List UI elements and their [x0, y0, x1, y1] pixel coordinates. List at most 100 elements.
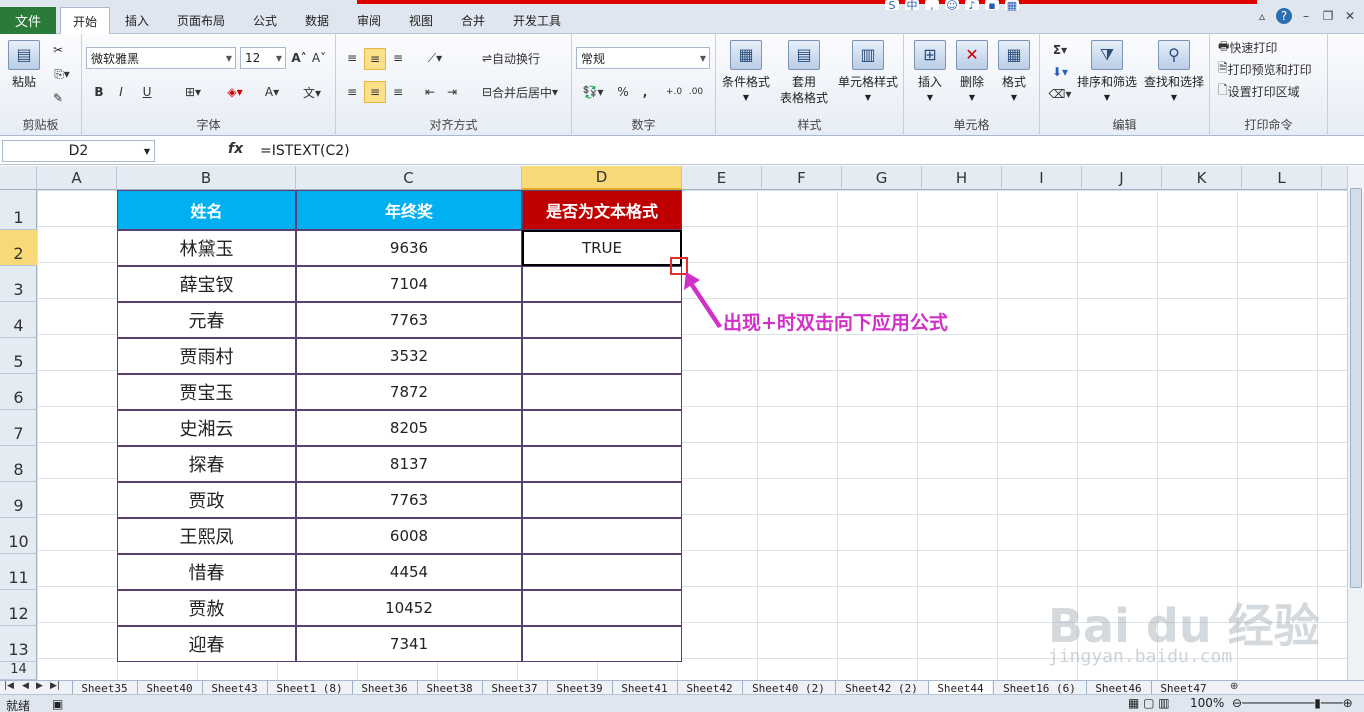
name-cell[interactable]: 史湘云: [117, 410, 296, 446]
ime-punct-icon[interactable]: ,: [925, 0, 939, 12]
fill-icon[interactable]: ⬇▾: [1046, 62, 1074, 82]
sheet-tab[interactable]: Sheet46: [1086, 681, 1150, 695]
bonus-cell[interactable]: 7763: [296, 302, 522, 338]
increase-indent-icon[interactable]: ⇥: [442, 82, 462, 102]
tab-data[interactable]: 数据: [294, 7, 340, 34]
column-header-h[interactable]: H: [922, 166, 1002, 190]
istext-cell[interactable]: [522, 338, 682, 374]
name-cell[interactable]: 贾政: [117, 482, 296, 518]
row-header[interactable]: 9: [0, 482, 37, 518]
align-right-icon[interactable]: ≡: [388, 82, 408, 102]
name-cell[interactable]: 探春: [117, 446, 296, 482]
bonus-cell[interactable]: 6008: [296, 518, 522, 554]
shrink-font-icon[interactable]: A˅: [310, 47, 328, 69]
font-size-select[interactable]: 12 ▼: [240, 47, 286, 69]
vertical-scrollbar[interactable]: [1347, 166, 1364, 680]
row-header[interactable]: 10: [0, 518, 37, 554]
fx-icon[interactable]: fx: [228, 141, 248, 161]
sheet-tab[interactable]: Sheet41: [612, 681, 676, 695]
sheet-tab[interactable]: Sheet36: [352, 681, 416, 695]
insert-cells-button[interactable]: ⊞ 插入 ▼: [910, 40, 950, 106]
format-painter-icon[interactable]: ✎: [48, 88, 68, 108]
name-cell[interactable]: 贾雨村: [117, 338, 296, 374]
name-cell[interactable]: 贾宝玉: [117, 374, 296, 410]
row-header[interactable]: 8: [0, 446, 37, 482]
first-sheet-icon[interactable]: |◀: [4, 681, 14, 691]
italic-button[interactable]: I: [112, 82, 130, 102]
last-sheet-icon[interactable]: ▶|: [50, 681, 60, 691]
delete-cells-button[interactable]: ✕ 删除 ▼: [952, 40, 992, 106]
istext-cell[interactable]: [522, 518, 682, 554]
row-header[interactable]: 4: [0, 302, 37, 338]
column-header-j[interactable]: J: [1082, 166, 1162, 190]
copy-icon[interactable]: ⎘▾: [48, 64, 76, 84]
bonus-cell[interactable]: 9636: [296, 230, 522, 266]
tab-review[interactable]: 审阅: [346, 7, 392, 34]
name-cell[interactable]: 元春: [117, 302, 296, 338]
tab-developer[interactable]: 开发工具: [504, 7, 570, 34]
istext-cell[interactable]: [522, 626, 682, 662]
column-header-c[interactable]: C: [296, 166, 522, 190]
ime-menu-icon[interactable]: ▦: [1005, 0, 1019, 12]
bonus-cell[interactable]: 7341: [296, 626, 522, 662]
row-header[interactable]: 7: [0, 410, 37, 446]
tab-formulas[interactable]: 公式: [242, 7, 288, 34]
ime-icon[interactable]: S: [885, 0, 899, 12]
sheet-tab[interactable]: Sheet47: [1151, 681, 1215, 695]
cell-styles-button[interactable]: ▥ 单元格样式 ▼: [836, 40, 900, 106]
header-cell-name[interactable]: 姓名: [117, 190, 296, 230]
border-icon[interactable]: ⊞▾: [178, 82, 208, 102]
column-header-g[interactable]: G: [842, 166, 922, 190]
column-header-l[interactable]: L: [1242, 166, 1322, 190]
bonus-cell[interactable]: 8137: [296, 446, 522, 482]
istext-cell[interactable]: [522, 410, 682, 446]
format-cells-button[interactable]: ▦ 格式 ▼: [994, 40, 1034, 106]
align-center-icon[interactable]: ≡: [364, 81, 386, 103]
column-header-k[interactable]: K: [1162, 166, 1242, 190]
decrease-decimal-icon[interactable]: .00: [686, 82, 706, 102]
bonus-cell[interactable]: 10452: [296, 590, 522, 626]
fill-color-icon[interactable]: ◈▾: [220, 82, 250, 102]
bonus-cell[interactable]: 8205: [296, 410, 522, 446]
minimize-icon[interactable]: –: [1298, 8, 1314, 24]
bold-button[interactable]: B: [90, 82, 108, 102]
bonus-cell[interactable]: 4454: [296, 554, 522, 590]
zoom-slider[interactable]: ⊖──────────▮───⊕: [1232, 696, 1353, 710]
macro-record-icon[interactable]: ▣: [52, 697, 63, 711]
sheet-tab[interactable]: Sheet38: [417, 681, 481, 695]
bonus-cell[interactable]: 7763: [296, 482, 522, 518]
sheet-tab[interactable]: Sheet1 (8): [267, 681, 351, 695]
font-name-select[interactable]: 微软雅黑 ▼: [86, 47, 236, 69]
istext-cell[interactable]: [522, 482, 682, 518]
istext-cell[interactable]: [522, 302, 682, 338]
name-cell[interactable]: 薛宝钗: [117, 266, 296, 302]
row-header[interactable]: 6: [0, 374, 37, 410]
ime-emoji-icon[interactable]: ☺: [945, 0, 959, 12]
active-cell-d2[interactable]: [522, 230, 682, 266]
view-mode-icons[interactable]: ▦ ▢ ▥: [1128, 696, 1170, 710]
istext-cell[interactable]: [522, 554, 682, 590]
tab-view[interactable]: 视图: [398, 7, 444, 34]
column-header-e[interactable]: E: [682, 166, 762, 190]
file-tab[interactable]: 文件: [0, 7, 56, 34]
percent-button[interactable]: %: [614, 82, 632, 102]
ime-skin-icon[interactable]: ▪: [985, 0, 999, 12]
phonetic-icon[interactable]: 文▾: [296, 82, 328, 102]
sheet-tab[interactable]: Sheet35: [72, 681, 136, 695]
conditional-format-button[interactable]: ▦ 条件格式 ▼: [720, 40, 772, 106]
sheet-tab[interactable]: Sheet16 (6): [993, 681, 1085, 695]
sheet-tab[interactable]: Sheet37: [482, 681, 546, 695]
help-icon[interactable]: ?: [1276, 8, 1292, 24]
ribbon-collapse-icon[interactable]: ▵: [1254, 8, 1270, 24]
istext-cell[interactable]: [522, 446, 682, 482]
sheet-tab[interactable]: Sheet44: [928, 681, 992, 695]
column-header-i[interactable]: I: [1002, 166, 1082, 190]
grow-font-icon[interactable]: A˄: [290, 47, 308, 69]
istext-cell[interactable]: [522, 590, 682, 626]
column-header-a[interactable]: A: [37, 166, 117, 190]
column-header-b[interactable]: B: [117, 166, 296, 190]
sheet-tab[interactable]: Sheet43: [202, 681, 266, 695]
currency-icon[interactable]: 💱▾: [578, 82, 608, 102]
row-header[interactable]: 13: [0, 626, 37, 662]
sheet-tab[interactable]: Sheet42 (2): [835, 681, 927, 695]
